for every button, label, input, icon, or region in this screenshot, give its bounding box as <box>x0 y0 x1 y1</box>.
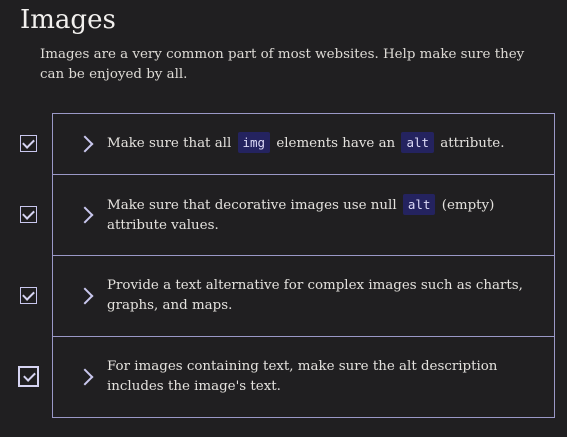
section-title: Images <box>20 5 116 35</box>
inline-code: img <box>237 132 271 153</box>
item-3-checkbox[interactable] <box>20 287 37 304</box>
checklist-item-text: Make sure that decorative images use nul… <box>107 194 537 236</box>
checkmark-icon <box>23 369 36 382</box>
section-intro: Images are a very common part of most we… <box>40 47 525 82</box>
chevron-right-icon[interactable] <box>76 368 94 386</box>
checkmark-icon <box>22 207 35 220</box>
chevron-right-icon[interactable] <box>76 287 94 305</box>
item-text-part: Make sure that all <box>107 136 236 151</box>
checklist-item-text: For images containing text, make sure th… <box>107 359 498 394</box>
inline-code: alt <box>402 194 436 215</box>
checkmark-icon <box>22 288 35 301</box>
checklist-item-4[interactable]: For images containing text, make sure th… <box>53 337 554 417</box>
item-text-part: Make sure that decorative images use nul… <box>107 198 401 213</box>
item-text-part: elements have an <box>272 136 400 151</box>
checklist-item-3[interactable]: Provide a text alternative for complex i… <box>53 256 554 337</box>
item-2-checkbox[interactable] <box>20 206 37 223</box>
chevron-right-icon[interactable] <box>76 206 94 224</box>
item-text-part: attribute. <box>436 136 505 151</box>
inline-code: alt <box>401 132 435 153</box>
checklist-item-1[interactable]: Make sure that all img elements have an … <box>53 114 554 175</box>
item-4-checkbox[interactable] <box>18 366 39 387</box>
checkmark-icon <box>22 136 35 149</box>
images-section: Images Images are a very common part of … <box>0 0 567 437</box>
checklist-item-2[interactable]: Make sure that decorative images use nul… <box>53 175 554 256</box>
checklist: Make sure that all img elements have an … <box>52 113 555 418</box>
item-1-checkbox[interactable] <box>20 135 37 152</box>
checklist-item-text: Provide a text alternative for complex i… <box>107 278 523 313</box>
checklist-item-text: Make sure that all img elements have an … <box>107 132 537 154</box>
chevron-right-icon[interactable] <box>76 135 94 153</box>
